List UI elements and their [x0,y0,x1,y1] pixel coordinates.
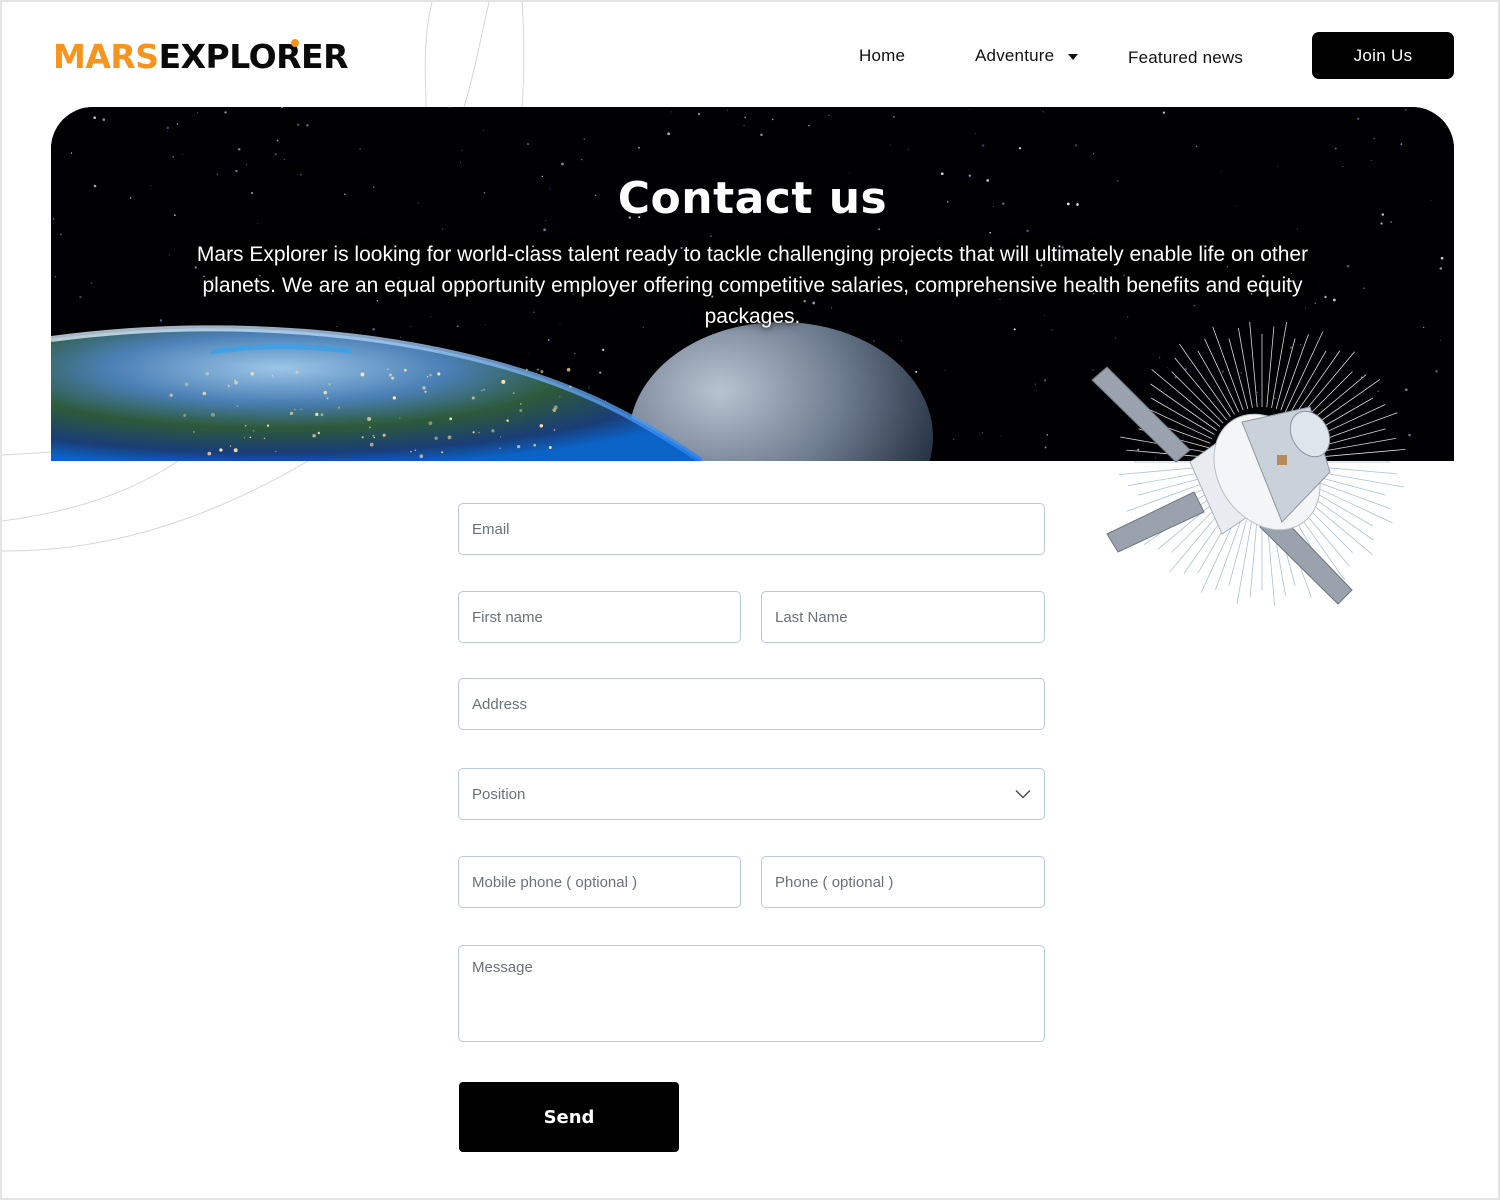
sunburst-ray [1204,338,1240,413]
page-title: Contact us [617,173,888,224]
sunburst-ray [1197,350,1235,415]
sunburst-ray [1316,449,1406,458]
position-select-label: Position [472,785,526,803]
nav-adventure[interactable]: Adventure [975,46,1079,66]
spacecraft-illustration [1091,322,1406,606]
first-name-field[interactable] [458,591,741,643]
position-select[interactable]: Position [458,768,1045,820]
email-field[interactable] [458,503,1045,555]
hero-description: Mars Explorer is looking for world-class… [196,243,1309,328]
page: MARS EXPLORER Home Adventure Featured ne… [2,2,1498,1198]
message-field[interactable] [458,945,1045,1042]
sunburst-ray [1275,338,1296,410]
sunburst-ray [1289,350,1327,415]
caret-down-icon [1068,54,1079,60]
sunburst-ray [1249,516,1258,598]
nav-adventure-label: Adventure [975,46,1055,65]
sunburst-ray [1249,322,1258,408]
join-us-button[interactable]: Join Us [1312,32,1454,79]
address-field[interactable] [458,678,1045,730]
chevron-down-icon [1015,789,1031,799]
sunburst-ray [1313,480,1390,509]
sunburst-ray [1311,484,1393,524]
phone-field[interactable] [761,856,1045,908]
sunburst-ray [1171,371,1224,424]
sunburst-ray [1236,516,1253,604]
main-nav: Home Adventure Featured news [2,34,1498,80]
nav-featured-news[interactable]: Featured news [1128,48,1243,68]
last-name-field[interactable] [761,591,1045,643]
sunburst-ray [1314,475,1386,496]
send-button[interactable]: Send [459,1082,679,1152]
mobile-phone-field[interactable] [458,856,741,908]
sunburst-ray [1238,328,1253,408]
sunburst-ray [1284,331,1324,413]
sunburst-ray [1228,338,1249,410]
sunburst-ray [1316,471,1404,488]
nav-home[interactable]: Home [859,46,905,66]
sunburst-ray [1280,334,1309,411]
sunburst-ray [1266,326,1275,408]
sunburst-ray [1271,322,1288,408]
